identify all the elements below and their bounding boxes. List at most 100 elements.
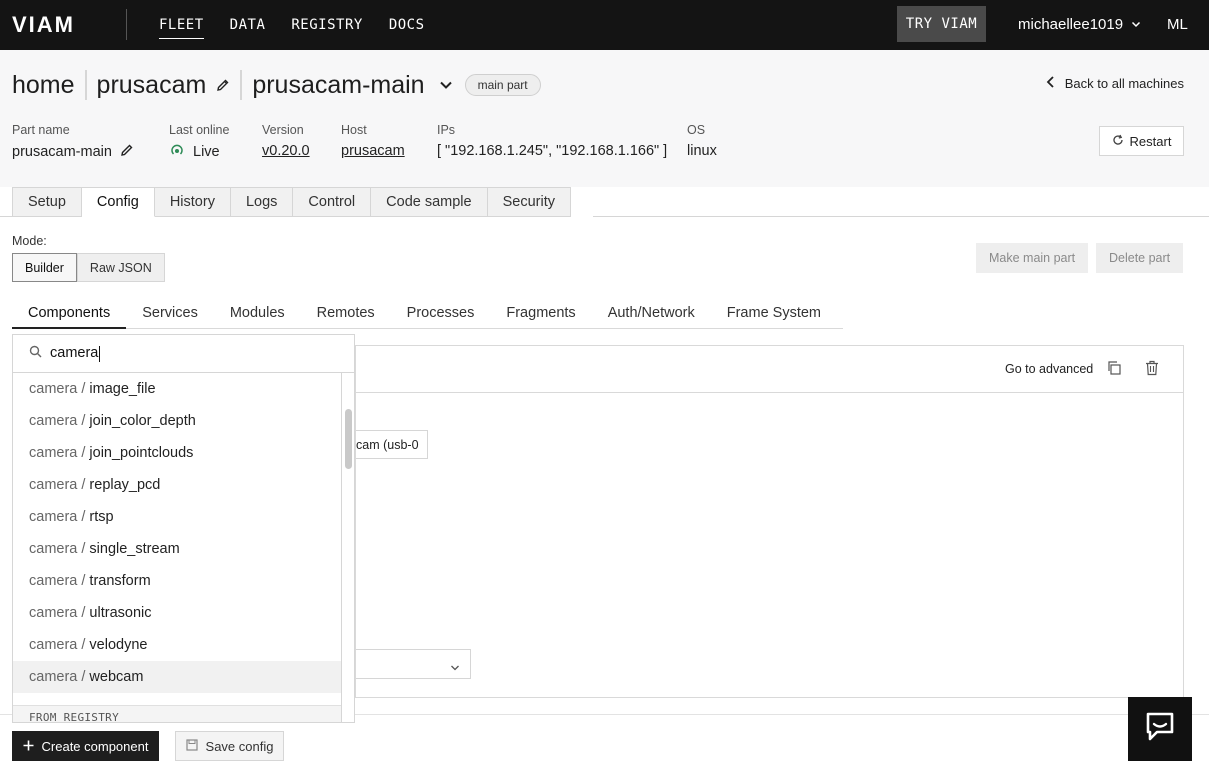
list-item[interactable]: camera / image_file (13, 373, 341, 405)
tab-baseline (0, 216, 12, 217)
scrollbar[interactable] (341, 373, 354, 722)
meta-ips: IPs [ "192.168.1.245", "192.168.1.166" ] (437, 123, 667, 159)
chevron-down-icon (450, 660, 460, 678)
create-component-button[interactable]: Create component (12, 731, 159, 761)
tab-config[interactable]: Config (81, 187, 155, 217)
subtab-frame-system[interactable]: Frame System (711, 300, 837, 329)
mode-toggle: Builder Raw JSON (12, 253, 165, 282)
restart-label: Restart (1129, 133, 1172, 149)
main-tabs: Setup Config History Logs Control Code s… (12, 187, 571, 217)
main-part-badge: main part (464, 74, 541, 96)
create-component-label: Create component (41, 738, 149, 754)
mode-builder-button[interactable]: Builder (12, 253, 77, 282)
logo-text: VIAM (12, 14, 75, 34)
nav-links: FLEET DATA REGISTRY DOCS (159, 0, 451, 50)
nav-data[interactable]: DATA (230, 11, 266, 39)
host-link[interactable]: prusacam (341, 143, 405, 159)
nav-docs[interactable]: DOCS (389, 11, 425, 39)
trash-icon[interactable] (1145, 360, 1159, 381)
subtab-fragments[interactable]: Fragments (490, 300, 591, 329)
registry-section-header: FROM REGISTRY (13, 705, 341, 722)
live-status: Live (193, 144, 220, 160)
mode-raw-json-button[interactable]: Raw JSON (76, 253, 165, 282)
mode-label: Mode: (12, 234, 47, 248)
copy-icon[interactable] (1106, 360, 1122, 381)
list-item[interactable]: camera / transform (13, 565, 341, 597)
text-cursor (99, 345, 101, 362)
restart-button[interactable]: Restart (1099, 126, 1184, 156)
meta-last-online: Last online Live (169, 123, 229, 161)
tab-setup[interactable]: Setup (12, 187, 82, 217)
delete-part-button[interactable]: Delete part (1096, 243, 1184, 273)
os-value: linux (687, 143, 717, 159)
component-search-input[interactable]: camera (13, 335, 354, 373)
scrollbar-thumb[interactable] (345, 409, 352, 469)
make-main-part-button[interactable]: Make main part (976, 243, 1089, 273)
location-name[interactable]: home (12, 71, 75, 100)
user-menu[interactable]: michaellee1019 (1018, 16, 1141, 33)
username: michaellee1019 (1018, 16, 1124, 33)
meta-os: OS linux (687, 123, 717, 159)
back-link-label: Back to all machines (1064, 76, 1184, 91)
list-item[interactable]: camera / ultrasonic (13, 597, 341, 629)
meta-host: Host prusacam (341, 123, 405, 159)
tab-code-sample[interactable]: Code sample (371, 187, 488, 217)
pencil-icon[interactable] (216, 78, 230, 92)
list-item[interactable]: camera / replay_pcd (13, 469, 341, 501)
meta-version: Version v0.20.0 (262, 123, 310, 159)
save-icon (185, 738, 198, 754)
meta-label: Part name (12, 123, 70, 137)
subtab-processes[interactable]: Processes (391, 300, 491, 329)
chevron-down-icon[interactable] (439, 78, 453, 92)
back-to-machines-link[interactable]: Back to all machines (1046, 76, 1184, 91)
tab-control[interactable]: Control (293, 187, 372, 217)
tab-security[interactable]: Security (487, 187, 571, 217)
subtab-auth-network[interactable]: Auth/Network (592, 300, 711, 329)
go-to-advanced-link[interactable]: Go to advanced (1005, 362, 1093, 376)
try-viam-button[interactable]: TRY VIAM (897, 6, 986, 42)
list-item[interactable]: camera / single_stream (13, 533, 341, 565)
subtab-remotes[interactable]: Remotes (301, 300, 391, 329)
tab-baseline (593, 216, 1209, 217)
select-field[interactable] (356, 649, 471, 679)
refresh-icon (1112, 134, 1124, 149)
part-name[interactable]: prusacam-main (252, 71, 424, 100)
save-config-label: Save config (205, 738, 274, 754)
search-icon (29, 345, 42, 363)
meta-label: Last online (169, 123, 230, 137)
user-initials[interactable]: ML (1167, 16, 1188, 33)
chevron-left-icon (1046, 76, 1055, 91)
breadcrumb-divider (84, 70, 87, 100)
meta-label: OS (687, 123, 706, 137)
chevron-down-icon (1131, 16, 1141, 33)
component-card: Go to advanced cam (usb-0 (355, 345, 1184, 698)
list-item-hovered[interactable]: camera / webcam (13, 661, 341, 693)
subtab-components[interactable]: Components (12, 300, 127, 329)
machine-header: home prusacam prusacam-main main part Ba… (0, 50, 1209, 187)
attached-component-chip[interactable]: cam (usb-0 (356, 430, 428, 459)
list-item[interactable]: camera / join_color_depth (13, 405, 341, 437)
list-item[interactable]: camera / join_pointclouds (13, 437, 341, 469)
help-chat-button[interactable] (1128, 697, 1192, 761)
pencil-icon[interactable] (120, 143, 134, 161)
breadcrumb-divider (240, 70, 243, 100)
nav-registry[interactable]: REGISTRY (291, 11, 362, 39)
list-item[interactable]: camera / velodyne (13, 629, 341, 661)
tab-logs[interactable]: Logs (230, 187, 294, 217)
live-signal-icon (169, 143, 185, 161)
list-item[interactable]: camera / rtsp (13, 501, 341, 533)
component-model-list: camera / image_file camera / join_color_de… (13, 373, 341, 693)
meta-label: Version (262, 123, 304, 137)
top-nav: VIAM FLEET DATA REGISTRY DOCS TRY VIAM m… (0, 0, 1209, 50)
tab-history[interactable]: History (154, 187, 231, 217)
subtab-modules[interactable]: Modules (214, 300, 301, 329)
meta-value: prusacam-main (12, 143, 134, 161)
search-query: camera (50, 345, 101, 362)
subtab-services[interactable]: Services (126, 300, 214, 329)
version-link[interactable]: v0.20.0 (262, 143, 310, 159)
ips-value: [ "192.168.1.245", "192.168.1.166" ] (437, 143, 668, 159)
viam-logo[interactable]: VIAM (12, 12, 95, 39)
component-search-dropdown: camera camera / image_file camera / join_c… (12, 334, 355, 723)
nav-fleet[interactable]: FLEET (159, 11, 204, 39)
save-config-button[interactable]: Save config (175, 731, 284, 761)
